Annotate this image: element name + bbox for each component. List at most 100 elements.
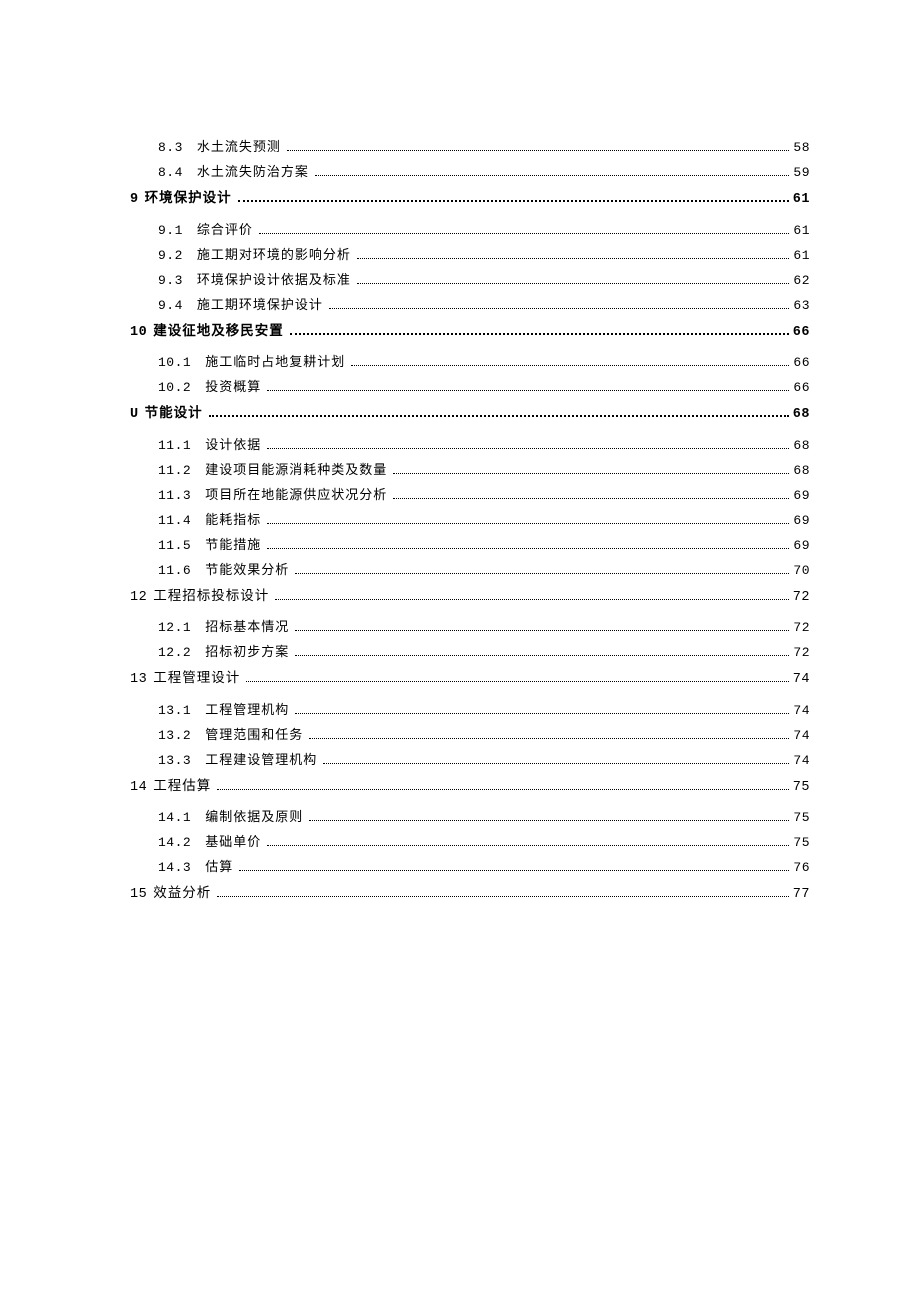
toc-leader-dots <box>267 523 789 524</box>
toc-entry: 10.1 施工临时占地复耕计划 66 <box>130 355 810 369</box>
toc-leader-dots <box>323 763 789 764</box>
toc-entry: 13.2 管理范围和任务 74 <box>130 728 810 742</box>
toc-entry-page: 69 <box>793 539 810 552</box>
toc-entry-title: 基础单价 <box>205 835 261 848</box>
toc-entry-title: 工程管理机构 <box>205 703 289 716</box>
toc-leader-dots <box>239 870 789 871</box>
toc-entry-page: 74 <box>793 704 810 717</box>
toc-entry-number: 13.3 <box>158 754 191 767</box>
toc-entry-number: 8.3 <box>158 141 183 154</box>
toc-entry-number: 8.4 <box>158 166 183 179</box>
toc-entry: 12.1招标基本情况72 <box>130 620 810 634</box>
toc-entry-number: 14 <box>130 781 147 795</box>
toc-entry-page: 62 <box>793 274 810 287</box>
toc-entry-title: 效益分析 <box>153 886 211 900</box>
toc-entry: 14.2基础单价75 <box>130 835 810 849</box>
toc-entry-number: 13.2 <box>158 729 191 742</box>
toc-entry: 13工程管理设计74 <box>130 671 810 687</box>
toc-leader-dots <box>267 390 789 391</box>
toc-entry: 9.2 施工期对环境的影响分析 61 <box>130 248 810 262</box>
toc-entry-title: 水土流失防治方案 <box>197 165 309 178</box>
toc-entry-number: 11.4 <box>158 514 191 527</box>
toc-leader-dots <box>267 448 789 449</box>
toc-entry-title: 编制依据及原则 <box>205 810 303 823</box>
toc-entry-number: 12.2 <box>158 646 191 659</box>
toc-entry-number: 13 <box>130 673 147 687</box>
toc-entry-number: 9 <box>130 193 139 207</box>
toc-entry-title: 招标初步方案 <box>205 645 289 658</box>
toc-entry-title: 节能措施 <box>205 538 261 551</box>
toc-entry-title: 工程招标投标设计 <box>153 589 269 603</box>
toc-entry-title: 施工临时占地复耕计划 <box>205 355 345 368</box>
toc-entry-title: 管理范围和任务 <box>205 728 303 741</box>
toc-leader-dots <box>217 789 789 790</box>
toc-entry-title: 投资概算 <box>205 380 261 393</box>
toc-leader-dots <box>393 473 789 474</box>
toc-entry-number: 10.1 <box>158 356 191 369</box>
toc-leader-dots <box>309 820 789 821</box>
toc-entry-title: 工程估算 <box>153 779 211 793</box>
toc-entry-number: 9.4 <box>158 299 183 312</box>
toc-entry-page: 69 <box>793 489 810 502</box>
toc-entry-title: 施工期对环境的影响分析 <box>197 248 351 261</box>
toc-entry-title: 综合评价 <box>197 223 253 236</box>
toc-entry-title: 招标基本情况 <box>205 620 289 633</box>
toc-entry-page: 58 <box>793 141 810 154</box>
toc-entry-title: 施工期环境保护设计 <box>197 298 323 311</box>
toc-entry: 12.2招标初步方案72 <box>130 645 810 659</box>
toc-entry-page: 70 <box>793 564 810 577</box>
toc-entry-page: 74 <box>793 754 810 767</box>
toc-entry-number: 11.3 <box>158 489 191 502</box>
toc-leader-dots <box>287 150 789 151</box>
toc-leader-dots <box>267 548 789 549</box>
toc-leader-dots <box>309 738 789 739</box>
toc-entry-page: 76 <box>793 861 810 874</box>
toc-entry-page: 63 <box>793 299 810 312</box>
toc-entry: U节能设计68 <box>130 406 810 422</box>
toc-leader-dots <box>295 573 789 574</box>
toc-leader-dots <box>295 630 789 631</box>
toc-entry-page: 77 <box>793 888 810 902</box>
toc-entry: 10.2投资概算66 <box>130 380 810 394</box>
toc-entry: 11.1设计依据68 <box>130 438 810 452</box>
toc-entry-page: 68 <box>793 464 810 477</box>
toc-leader-dots <box>275 599 789 600</box>
toc-entry-page: 75 <box>793 781 810 795</box>
toc-entry-title: 工程建设管理机构 <box>205 753 317 766</box>
toc-entry-page: 72 <box>793 591 810 605</box>
toc-entry-page: 61 <box>793 224 810 237</box>
toc-entry: 10建设征地及移民安置66 <box>130 324 810 340</box>
toc-entry: 11.2建设项目能源消耗种类及数量68 <box>130 463 810 477</box>
toc-entry-title: 能耗指标 <box>205 513 261 526</box>
toc-entry-number: 10 <box>130 326 147 340</box>
toc-entry-page: 72 <box>793 621 810 634</box>
toc-entry: 9.3环境保护设计依据及标准62 <box>130 273 810 287</box>
toc-entry: 13.3 工程建设管理机构 74 <box>130 753 810 767</box>
toc-leader-dots <box>357 258 789 259</box>
toc-leader-dots <box>209 415 789 417</box>
toc-leader-dots <box>267 845 789 846</box>
toc-entry-number: 11.1 <box>158 439 191 452</box>
toc-leader-dots <box>259 233 789 234</box>
toc-entry-number: 9.3 <box>158 274 183 287</box>
toc-entry-page: 66 <box>793 356 810 369</box>
toc-leader-dots <box>351 365 789 366</box>
toc-leader-dots <box>357 283 789 284</box>
toc-entry-page: 61 <box>793 249 810 262</box>
toc-entry: 11.3项目所在地能源供应状况分析69 <box>130 488 810 502</box>
toc-entry-page: 59 <box>793 166 810 179</box>
toc-entry-page: 74 <box>793 729 810 742</box>
toc-entry-number: 15 <box>130 888 147 902</box>
toc-entry-title: 水土流失预测 <box>197 140 281 153</box>
toc-entry-title: 节能设计 <box>145 406 203 420</box>
toc-leader-dots <box>315 175 789 176</box>
toc-entry-number: 9.1 <box>158 224 183 237</box>
toc-entry-number: 9.2 <box>158 249 183 262</box>
toc-entry-page: 61 <box>793 193 810 207</box>
toc-entry: 8.3 水土流失预测 58 <box>130 140 810 154</box>
toc-entry-title: 环境保护设计 <box>145 191 232 205</box>
toc-leader-dots <box>246 681 789 682</box>
toc-entry: 9.1 综合评价 61 <box>130 223 810 237</box>
toc-leader-dots <box>238 200 789 202</box>
toc-entry: 14 工程估算 75 <box>130 779 810 795</box>
